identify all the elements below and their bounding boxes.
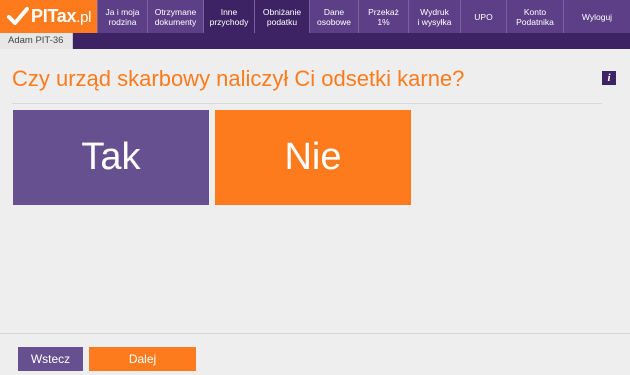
nav-item-obnizanie-podatku[interactable]: Obniżanie podatku: [254, 0, 309, 33]
footer-divider: [0, 333, 630, 334]
info-icon[interactable]: i: [602, 71, 616, 85]
next-button[interactable]: Dalej: [89, 347, 196, 371]
answer-yes-button[interactable]: Tak: [13, 110, 209, 205]
top-navigation-bar: PITax.pl Ja i moja rodzina Otrzymane dok…: [0, 0, 630, 33]
logo-name: PITax: [31, 6, 77, 26]
nav-item-dane-osobowe[interactable]: Dane osobowe: [309, 0, 358, 33]
nav-item-konto-podatnika[interactable]: Konto Podatnika: [506, 0, 563, 33]
logo-text: PITax.pl: [31, 6, 91, 27]
nav-item-inne-przychody[interactable]: Inne przychody: [203, 0, 254, 33]
answer-no-button[interactable]: Nie: [215, 110, 411, 205]
main-nav: Ja i moja rodzina Otrzymane dokumenty In…: [97, 0, 630, 33]
checkmark-logo-icon: [7, 6, 29, 25]
question-title: Czy urząd skarbowy naliczył Ci odsetki k…: [12, 66, 465, 91]
nav-item-otrzymane-dokumenty[interactable]: Otrzymane dokumenty: [147, 0, 203, 33]
nav-item-ja-i-moja-rodzina[interactable]: Ja i moja rodzina: [97, 0, 147, 33]
nav-item-wyloguj[interactable]: Wyloguj: [563, 0, 630, 33]
nav-item-upo[interactable]: UPO: [460, 0, 506, 33]
logo-tld: .pl: [76, 9, 92, 26]
person-tab-strip: Adam PIT-36: [0, 33, 630, 49]
logo[interactable]: PITax.pl: [0, 0, 97, 33]
person-tab-adam-pit-36[interactable]: Adam PIT-36: [0, 33, 73, 49]
back-button[interactable]: Wstecz: [18, 347, 83, 371]
nav-item-wydruk-i-wysylka[interactable]: Wydruk i wysyłka: [408, 0, 460, 33]
nav-item-przekaz-1-procent[interactable]: Przekaż 1%: [358, 0, 408, 33]
question-divider: [12, 103, 602, 104]
